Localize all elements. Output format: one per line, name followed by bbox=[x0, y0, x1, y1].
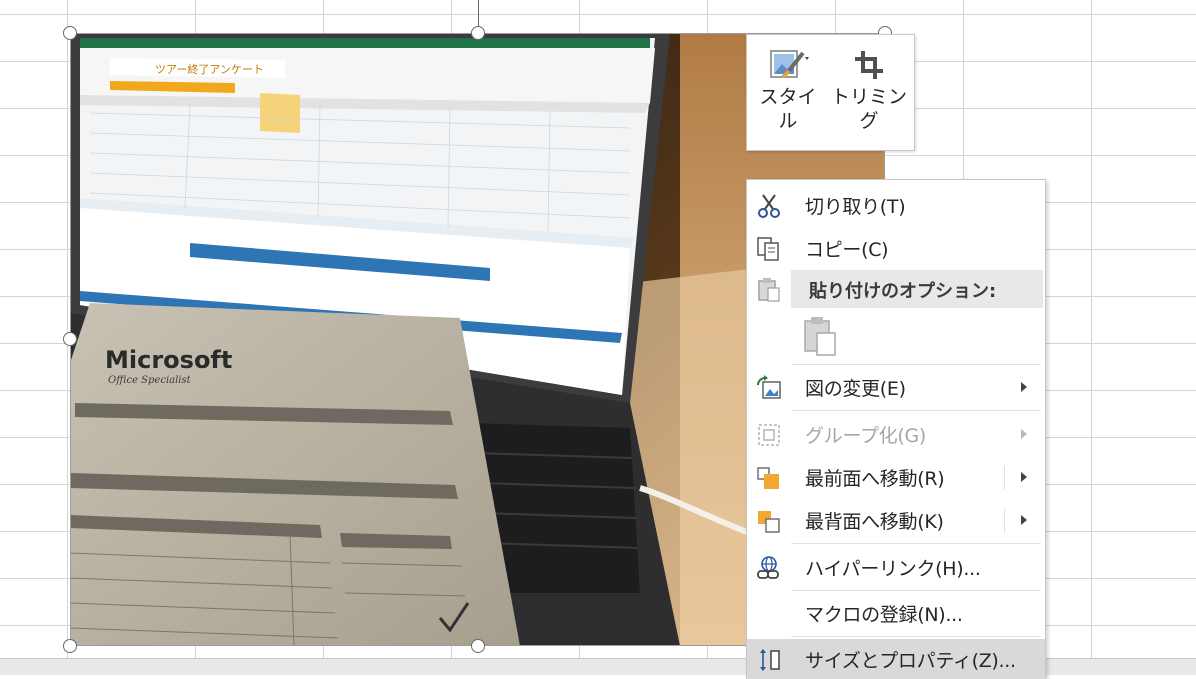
menu-separator bbox=[791, 410, 1041, 411]
paper-microsoft-logo: Microsoft bbox=[105, 346, 232, 374]
paste-option-button[interactable] bbox=[801, 315, 841, 359]
hyperlink-icon bbox=[757, 556, 779, 579]
resize-handle-bottom[interactable] bbox=[471, 639, 485, 653]
bring-to-front-label: 最前面へ移動(R) bbox=[805, 468, 945, 490]
menu-separator bbox=[791, 543, 1041, 544]
picture-style-icon bbox=[770, 50, 809, 79]
copy-label: コピー(C) bbox=[805, 239, 889, 261]
context-menu: 切り取り(T) コピー(C) 貼り付けのオプション: 図の変更(E) グループ化… bbox=[746, 179, 1046, 679]
split-divider bbox=[1004, 466, 1005, 490]
crop-button[interactable]: トリミング bbox=[827, 45, 911, 133]
bring-to-front-icon bbox=[757, 467, 779, 489]
mini-toolbar: スタイ ル トリミング bbox=[746, 34, 915, 151]
change-picture-label: 図の変更(E) bbox=[805, 378, 906, 400]
crop-label: トリミング bbox=[830, 86, 907, 132]
group-icon bbox=[758, 424, 780, 446]
cut-label: 切り取り(T) bbox=[805, 196, 906, 218]
paste-clipboard-icon bbox=[804, 317, 836, 356]
menu-item-assign-macro[interactable]: マクロの登録(N)... bbox=[747, 593, 1045, 633]
group-label: グループ化(G) bbox=[805, 425, 927, 447]
menu-item-change-picture[interactable]: 図の変更(E) bbox=[747, 367, 1045, 407]
menu-item-hyperlink[interactable]: ハイパーリンク(H)... bbox=[747, 547, 1045, 587]
crop-icon bbox=[855, 51, 883, 79]
menu-item-cut[interactable]: 切り取り(T) bbox=[747, 185, 1045, 225]
assign-macro-label: マクロの登録(N)... bbox=[805, 604, 963, 626]
size-properties-label: サイズとプロパティ(Z)... bbox=[805, 650, 1016, 672]
resize-handle-left[interactable] bbox=[63, 332, 77, 346]
submenu-arrow-icon[interactable] bbox=[1021, 515, 1027, 525]
size-properties-icon bbox=[760, 649, 780, 671]
menu-item-group: グループ化(G) bbox=[747, 414, 1045, 454]
style-button[interactable]: スタイ ル bbox=[753, 45, 823, 133]
menu-separator bbox=[791, 636, 1041, 637]
style-label-2: ル bbox=[778, 110, 798, 132]
submenu-arrow-icon bbox=[1021, 429, 1027, 439]
menu-item-size-properties[interactable]: サイズとプロパティ(Z)... bbox=[747, 639, 1045, 679]
change-picture-icon bbox=[757, 375, 781, 399]
paper-subtitle: Office Specialist bbox=[108, 375, 192, 386]
paste-options-label: 貼り付けのオプション: bbox=[809, 281, 997, 302]
send-to-back-icon bbox=[758, 511, 780, 533]
resize-handle-top-left[interactable] bbox=[63, 26, 77, 40]
send-to-back-label: 最背面へ移動(K) bbox=[805, 511, 944, 533]
submenu-arrow-icon bbox=[1021, 382, 1027, 392]
laptop-sheet-title: ツアー終了アンケート bbox=[155, 62, 264, 76]
menu-item-send-to-back[interactable]: 最背面へ移動(K) bbox=[747, 500, 1045, 540]
paste-options-header: 貼り付けのオプション: bbox=[791, 270, 1043, 308]
submenu-arrow-icon[interactable] bbox=[1021, 472, 1027, 482]
menu-separator bbox=[791, 590, 1041, 591]
copy-icon bbox=[757, 237, 779, 261]
split-divider bbox=[1004, 509, 1005, 533]
menu-item-bring-to-front[interactable]: 最前面へ移動(R) bbox=[747, 457, 1045, 497]
paste-icon bbox=[758, 278, 780, 302]
rotation-stem bbox=[478, 0, 479, 26]
menu-item-copy[interactable]: コピー(C) bbox=[747, 228, 1045, 268]
scissors-icon bbox=[758, 194, 780, 218]
menu-separator bbox=[791, 364, 1041, 365]
style-label-1: スタイ bbox=[759, 86, 817, 108]
resize-handle-bottom-left[interactable] bbox=[63, 639, 77, 653]
resize-handle-top[interactable] bbox=[471, 26, 485, 40]
hyperlink-label: ハイパーリンク(H)... bbox=[805, 558, 981, 580]
